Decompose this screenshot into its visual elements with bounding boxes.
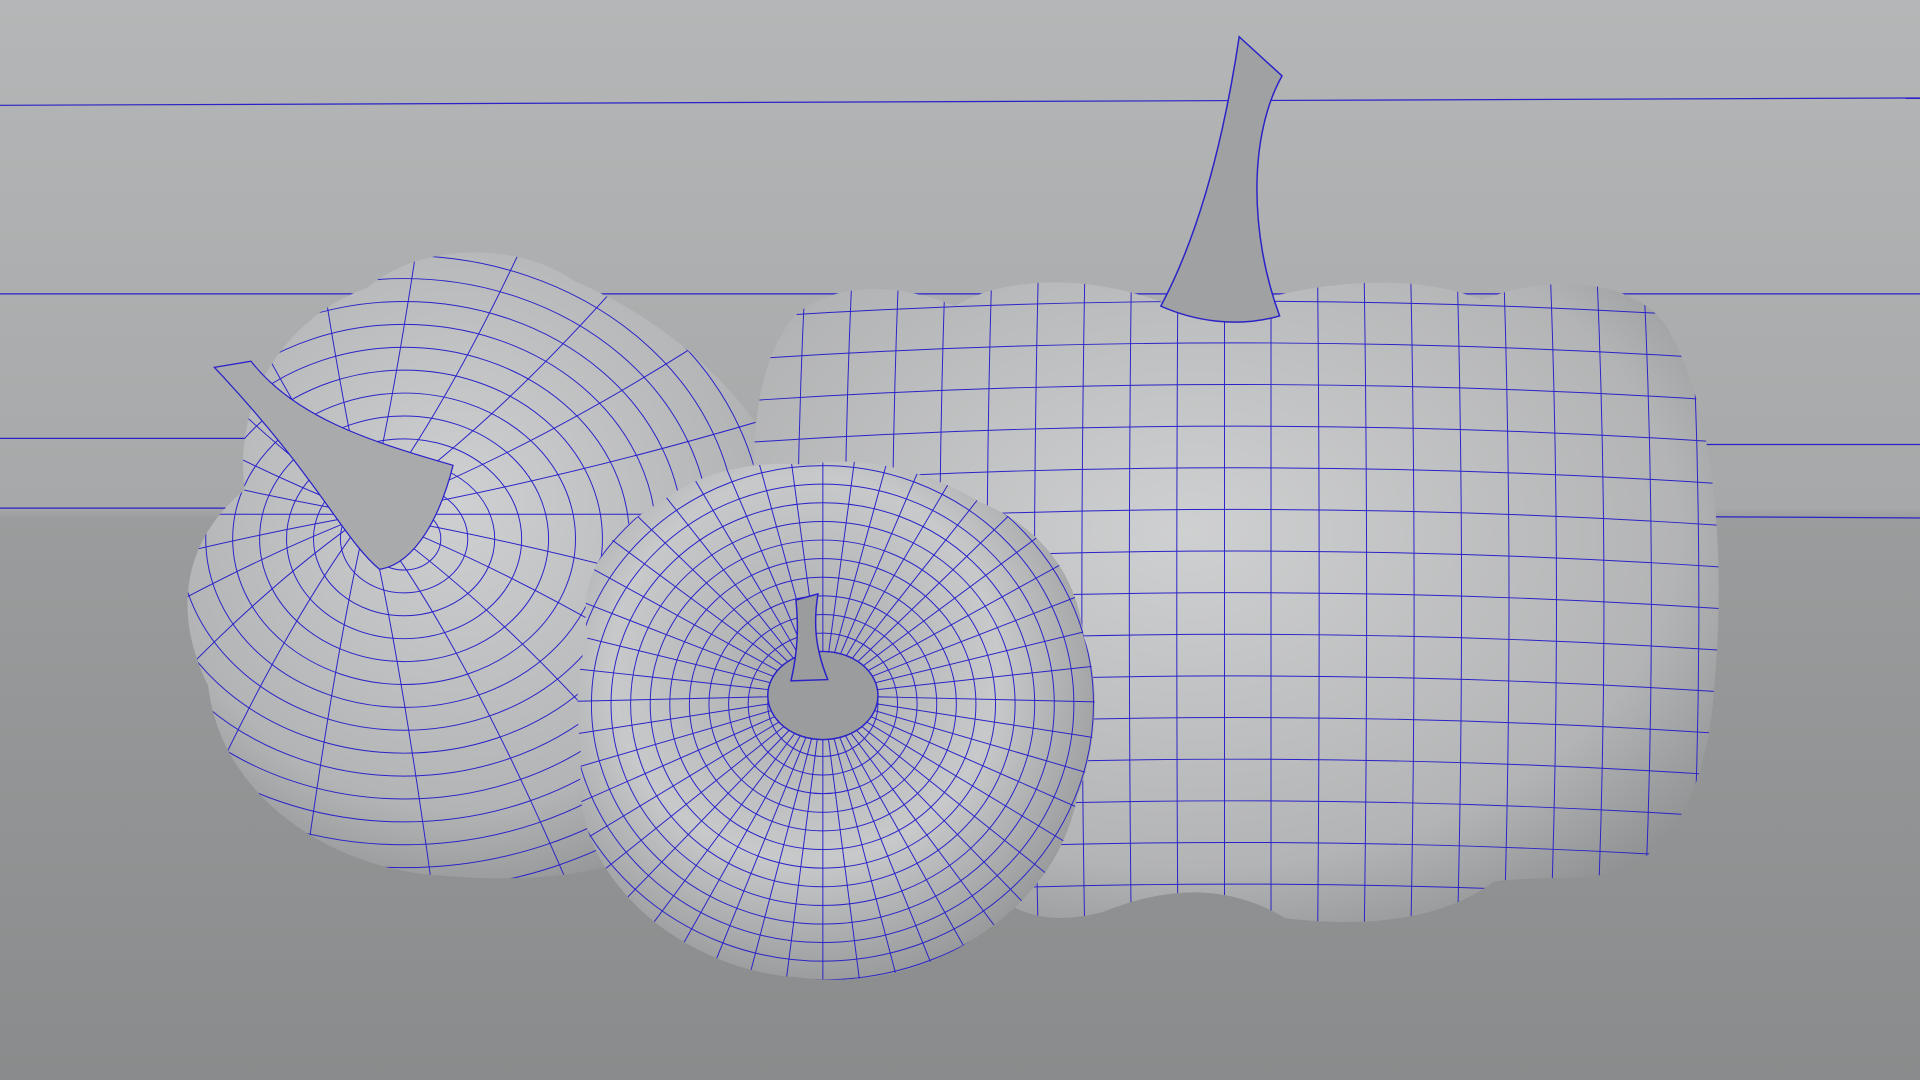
3d-viewport[interactable] [0,0,1920,1080]
